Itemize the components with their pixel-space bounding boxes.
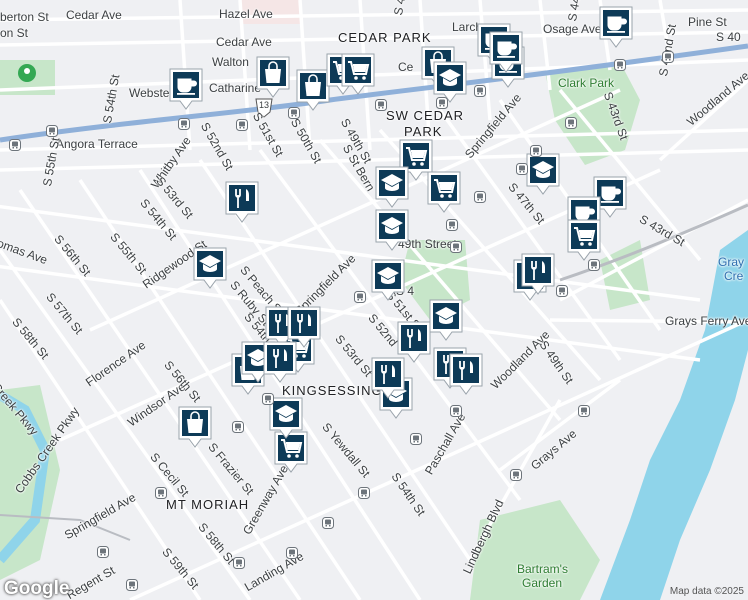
transit-stop-icon[interactable] [354,290,366,303]
poi-marker[interactable] [598,5,634,49]
transit-stop-icon[interactable] [530,144,542,157]
neighborhood-cedar-park: CEDAR PARK [338,30,432,45]
place-clark-park[interactable]: Clark Park [558,76,614,90]
map-attribution[interactable]: Map data ©2025 [670,586,744,597]
street-label: Pine St [688,15,727,29]
transit-stop-icon[interactable] [178,117,190,130]
street-label: Cre [724,269,744,283]
transit-stop-icon[interactable] [474,84,486,97]
transit-stop-icon[interactable] [578,404,590,417]
transit-stop-icon[interactable] [358,486,370,499]
transit-stop-icon[interactable] [662,50,674,63]
transit-stop-icon[interactable] [410,432,422,445]
street-label: Cedar Ave [216,35,272,49]
street-label: Webster [129,86,174,100]
poi-marker[interactable] [340,52,376,96]
street-label: on St [0,26,29,40]
transit-stop-icon[interactable] [565,116,577,129]
neighborhood-park: PARK [404,124,443,139]
transit-stop-icon[interactable] [510,468,522,481]
poi-marker[interactable] [177,405,213,449]
transit-stop-icon[interactable] [9,138,21,151]
transit-stop-icon[interactable] [155,486,167,499]
transit-stop-icon[interactable] [236,118,248,131]
transit-stop-icon[interactable] [97,545,109,558]
transit-stop-icon[interactable] [233,556,245,569]
poi-marker[interactable] [370,258,406,302]
poi-marker[interactable] [192,246,228,290]
poi-marker[interactable] [566,218,602,262]
street-label: Osage Ave [543,22,602,36]
transit-stop-icon[interactable] [474,190,486,203]
street-label: Grays Ferry Ave [665,314,748,328]
transit-stop-icon[interactable] [556,284,568,297]
street-label: Walton [212,55,249,69]
transit-stop-icon[interactable] [516,162,528,175]
street-label: Gray [718,255,745,269]
google-logo: Google [4,578,70,599]
transit-stop-icon[interactable] [450,240,462,253]
poi-marker[interactable] [224,180,260,224]
map-canvas[interactable]: 13 CEDAR PARK SW CEDAR PARK KINGSESSING … [0,0,748,600]
transit-stop-icon[interactable] [126,578,138,591]
neighborhood-mt-moriah: MT MORIAH [166,497,250,512]
transit-stop-icon[interactable] [288,106,300,119]
poi-marker[interactable] [370,356,406,400]
poi-marker[interactable] [168,67,204,111]
poi-marker[interactable] [428,298,464,342]
poi-marker[interactable] [488,30,524,74]
poi-marker[interactable] [374,208,410,252]
transit-stop-icon[interactable] [46,124,58,137]
poi-marker[interactable] [255,55,291,99]
poi-marker[interactable] [426,170,462,214]
street-label: S 40 [716,30,741,44]
transit-stop-icon[interactable] [614,58,626,71]
street-label: Hazel Ave [219,7,273,21]
transit-stop-icon[interactable] [262,392,274,405]
transit-stop-icon[interactable] [322,516,334,529]
street-label: Ce [398,60,414,74]
street-label: Catharine [209,81,262,95]
poi-marker[interactable] [374,165,410,209]
transit-stop-icon[interactable] [450,404,462,417]
place-bartrams[interactable]: Bartram's [517,562,568,576]
transit-stop-icon[interactable] [588,258,600,271]
street-label: Cedar Ave [66,8,122,22]
route-13-label: 13 [259,100,270,110]
transit-stop-icon[interactable] [232,420,244,433]
poi-marker[interactable] [262,340,298,384]
poi-marker[interactable] [448,352,484,396]
transit-stop-icon[interactable] [286,546,298,559]
transit-stop-icon[interactable] [375,98,387,111]
transit-stop-icon[interactable] [446,218,458,231]
poi-marker[interactable] [525,152,561,196]
neighborhood-sw-cedar: SW CEDAR [386,108,465,123]
poi-marker[interactable] [520,252,556,296]
street-label: berton St [0,10,49,24]
place-garden[interactable]: Garden [522,576,562,590]
transit-stop-icon[interactable] [436,96,448,109]
street-label: Angora Terrace [56,137,138,151]
